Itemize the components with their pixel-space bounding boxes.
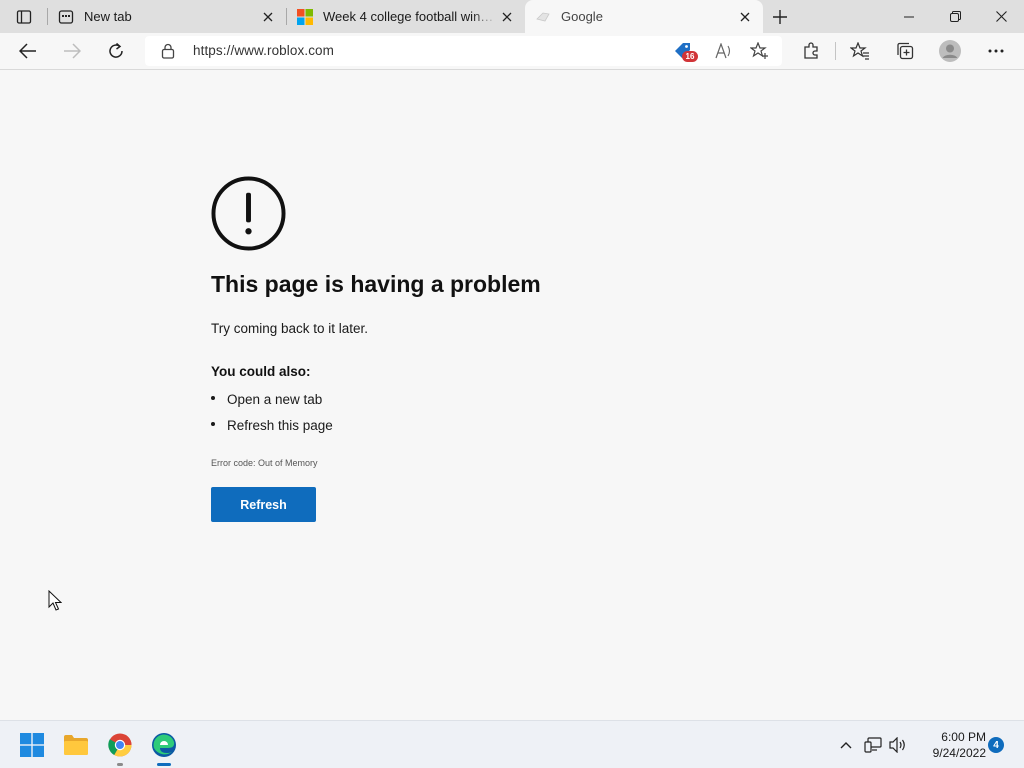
file-explorer-icon[interactable] xyxy=(60,729,92,761)
add-favorite-icon[interactable] xyxy=(746,40,774,62)
tab-football[interactable]: Week 4 college football winners xyxy=(287,0,525,33)
show-hidden-icons-chevron-icon[interactable] xyxy=(836,733,856,757)
profile-avatar[interactable] xyxy=(930,35,970,67)
blank-page-icon xyxy=(535,9,551,25)
new-tab-icon xyxy=(58,9,74,25)
favorites-icon[interactable] xyxy=(840,35,880,67)
microsoft-logo-icon xyxy=(297,8,313,25)
forward-icon[interactable] xyxy=(50,35,94,67)
tab-actions-icon[interactable] xyxy=(0,0,47,33)
refresh-button[interactable]: Refresh xyxy=(211,487,316,522)
minimize-icon[interactable] xyxy=(886,0,932,33)
suggestion-open-new-tab: Open a new tab xyxy=(227,392,323,407)
error-code: Error code: Out of Memory xyxy=(211,458,318,468)
tab-title: Google xyxy=(561,9,603,24)
start-icon[interactable] xyxy=(16,729,48,761)
extension-badge: 16 xyxy=(682,51,698,62)
close-tab-icon[interactable] xyxy=(497,7,517,27)
list-item: Open a new tab xyxy=(211,392,333,418)
system-clock[interactable]: 6:00 PM 9/24/2022 xyxy=(912,729,986,761)
lock-icon[interactable] xyxy=(161,43,175,64)
window-controls xyxy=(886,0,1024,33)
network-icon[interactable] xyxy=(862,733,884,757)
close-tab-icon[interactable] xyxy=(735,7,755,27)
edge-icon[interactable] xyxy=(148,729,180,766)
error-page: This page is having a problem Try coming… xyxy=(211,176,771,522)
running-indicator xyxy=(157,763,171,766)
clock-date: 9/24/2022 xyxy=(932,746,986,760)
tab-new-tab[interactable]: New tab xyxy=(48,0,286,33)
close-window-icon[interactable] xyxy=(978,0,1024,33)
tab-title: Week 4 college football winners xyxy=(323,9,497,24)
chrome-icon[interactable] xyxy=(104,729,136,766)
list-item: Refresh this page xyxy=(211,418,333,444)
refresh-icon[interactable] xyxy=(94,35,138,67)
restore-icon[interactable] xyxy=(932,0,978,33)
taskbar: 6:00 PM 9/24/2022 4 xyxy=(0,720,1024,768)
read-aloud-icon[interactable] xyxy=(710,40,738,62)
toolbar-divider xyxy=(835,42,836,60)
volume-icon[interactable] xyxy=(887,733,909,757)
tab-google[interactable]: Google xyxy=(525,0,763,33)
close-tab-icon[interactable] xyxy=(258,7,278,27)
plus-icon xyxy=(773,9,787,24)
tab-strip: New tab Week 4 college football winners … xyxy=(0,0,1024,33)
more-options-icon[interactable] xyxy=(976,35,1016,67)
error-exclamation-icon xyxy=(211,176,286,251)
extensions-icon[interactable] xyxy=(791,35,831,67)
suggestions-list: Open a new tab Refresh this page xyxy=(211,392,333,444)
error-heading: This page is having a problem xyxy=(211,271,541,297)
collections-icon[interactable] xyxy=(885,35,925,67)
shopping-tag-icon[interactable]: 16 xyxy=(669,40,698,62)
new-tab-button[interactable] xyxy=(763,0,797,33)
bullet xyxy=(211,396,215,400)
back-icon[interactable] xyxy=(6,35,50,67)
clock-time: 6:00 PM xyxy=(941,730,986,744)
address-bar[interactable]: https://www.roblox.com 16 xyxy=(145,36,782,66)
bullet xyxy=(211,422,215,426)
error-message: Try coming back to it later. xyxy=(211,321,369,336)
tab-title: New tab xyxy=(84,9,132,24)
mouse-cursor-icon xyxy=(48,590,62,611)
browser-toolbar: https://www.roblox.com 16 xyxy=(0,33,1024,70)
notification-badge[interactable]: 4 xyxy=(988,737,1004,753)
running-indicator xyxy=(117,763,123,766)
url-text[interactable]: https://www.roblox.com xyxy=(193,43,334,58)
suggestions-heading: You could also: xyxy=(211,364,311,379)
suggestion-refresh-page: Refresh this page xyxy=(227,418,333,433)
